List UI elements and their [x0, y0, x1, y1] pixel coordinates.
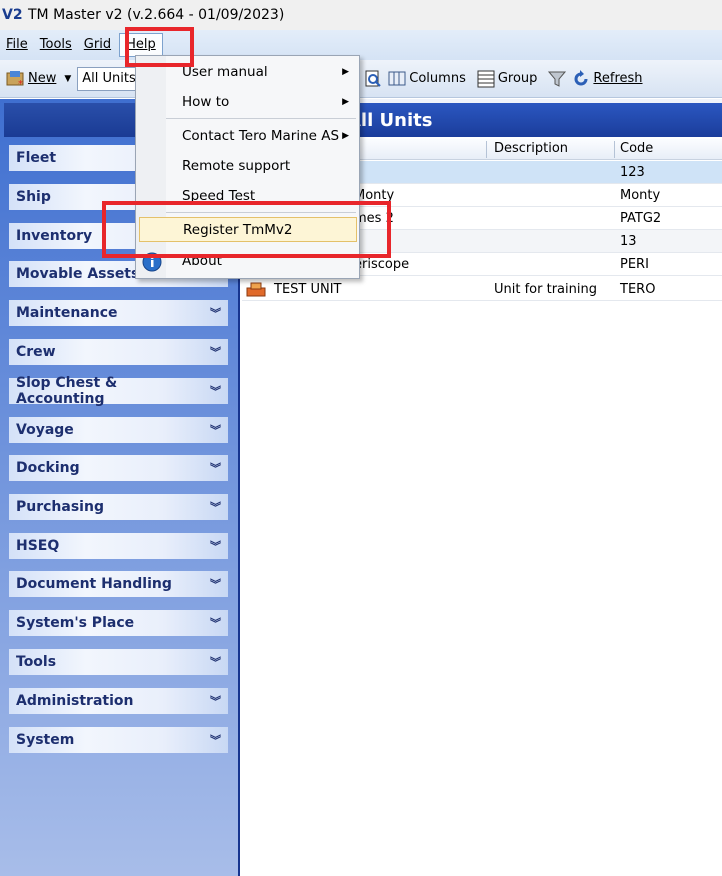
cell-code: PATG2: [620, 211, 662, 226]
cell-code: PERI: [620, 257, 649, 272]
cell-name: TEST UNIT: [274, 282, 342, 297]
sidebar-item-label: Fleet: [16, 150, 57, 166]
sidebar-item-hseq[interactable]: HSEQ ︾: [9, 533, 228, 559]
chevron-down-icon: ︾: [210, 385, 221, 398]
chevron-down-icon: ︾: [210, 424, 221, 437]
title-bar: V2 TM Master v2 (v.2.664 - 01/09/2023): [0, 0, 722, 30]
submenu-arrow-icon: ▶: [342, 97, 349, 107]
sidebar-item-purchasing[interactable]: Purchasing ︾: [9, 494, 228, 520]
group-button[interactable]: Group: [498, 71, 538, 86]
group-icon[interactable]: [474, 68, 498, 90]
column-description[interactable]: Description: [494, 141, 568, 156]
new-button[interactable]: New: [28, 71, 56, 86]
sidebar-item-docking[interactable]: Docking ︾: [9, 455, 228, 481]
chevron-down-icon: ︾: [210, 540, 221, 553]
filter-icon[interactable]: [545, 68, 569, 90]
table-row[interactable]: TEST UNIT Unit for training TERO: [242, 278, 722, 301]
columns-button[interactable]: Columns: [409, 71, 466, 86]
menu-item-remote-support[interactable]: Remote support: [136, 152, 359, 180]
sidebar-item-label: Purchasing: [16, 499, 104, 515]
menu-item-how-to[interactable]: How to ▶: [136, 88, 359, 116]
sidebar-item-label: HSEQ: [16, 538, 60, 554]
menu-tools[interactable]: Tools: [34, 34, 78, 56]
sidebar-item-label: Slop Chest & Accounting: [16, 375, 118, 407]
chevron-down-icon: ︾: [210, 501, 221, 514]
sidebar-item-label: Inventory: [16, 228, 93, 244]
sidebar-item-label: System: [16, 732, 75, 748]
cell-description: Unit for training: [494, 282, 597, 297]
menu-separator: [166, 118, 356, 119]
sidebar-item-voyage[interactable]: Voyage ︾: [9, 417, 228, 443]
cell-code: 123: [620, 165, 645, 180]
sidebar-item-maintenance[interactable]: Maintenance ︾: [9, 300, 228, 326]
sidebar-item-label: Docking: [16, 460, 80, 476]
column-code[interactable]: Code: [620, 141, 653, 156]
columns-icon[interactable]: [385, 68, 409, 90]
chevron-down-icon: ︾: [210, 695, 221, 708]
sidebar-item-label: Crew: [16, 344, 56, 360]
menu-grid[interactable]: Grid: [78, 34, 117, 56]
sidebar-item-administration[interactable]: Administration ︾: [9, 688, 228, 714]
preview-icon[interactable]: [361, 68, 385, 90]
sidebar-item-label: Document Handling: [16, 576, 172, 592]
cell-code: 13: [620, 234, 637, 249]
cell-code: Monty: [620, 188, 661, 203]
chevron-down-icon: ︾: [210, 307, 221, 320]
submenu-arrow-icon: ▶: [342, 131, 349, 141]
sidebar-item-label: Voyage: [16, 422, 74, 438]
sidebar-item-label: System's Place: [16, 615, 135, 631]
submenu-arrow-icon: ▶: [342, 67, 349, 77]
chevron-down-icon: ︾: [210, 734, 221, 747]
svg-text:*: *: [18, 79, 23, 89]
sidebar-item-label: Movable Assets: [16, 266, 140, 282]
toolbar: * New ▼ All Units Columns Group Refresh: [0, 60, 722, 98]
sidebar-item-tools[interactable]: Tools ︾: [9, 649, 228, 675]
sidebar-item-label: Ship: [16, 189, 51, 205]
sidebar-item-systems-place[interactable]: System's Place ︾: [9, 610, 228, 636]
menu-bar: File Tools Grid Help: [0, 30, 722, 60]
highlight-register-item: [102, 201, 391, 258]
refresh-icon[interactable]: [569, 68, 593, 90]
menu-file[interactable]: File: [0, 34, 34, 56]
chevron-down-icon: ︾: [210, 656, 221, 669]
sidebar-item-crew[interactable]: Crew ︾: [9, 339, 228, 365]
window-title: TM Master v2 (v.2.664 - 01/09/2023): [28, 7, 285, 23]
chevron-down-icon: ︾: [210, 578, 221, 591]
app-logo-icon: V2: [2, 7, 23, 23]
sidebar-item-document-handling[interactable]: Document Handling ︾: [9, 571, 228, 597]
cell-name: eriscope: [354, 257, 410, 272]
chevron-down-icon: ︾: [210, 617, 221, 630]
sidebar-item-label: Tools: [16, 654, 57, 670]
highlight-help-menu: [125, 27, 194, 67]
sidebar-item-label: Maintenance: [16, 305, 118, 321]
sidebar-item-slop-chest[interactable]: Slop Chest & Accounting ︾: [9, 375, 228, 407]
menu-item-contact[interactable]: Contact Tero Marine AS ▶: [136, 122, 359, 150]
refresh-button[interactable]: Refresh: [593, 71, 642, 86]
new-dropdown-icon[interactable]: ▼: [64, 74, 71, 84]
sidebar-item-label: Administration: [16, 693, 134, 709]
cell-code: TERO: [620, 282, 656, 297]
ship-unit-icon: [246, 280, 266, 302]
chevron-down-icon: ︾: [210, 346, 221, 359]
new-icon[interactable]: *: [4, 68, 28, 90]
chevron-down-icon: ︾: [210, 462, 221, 475]
sidebar-item-system[interactable]: System ︾: [9, 727, 228, 753]
